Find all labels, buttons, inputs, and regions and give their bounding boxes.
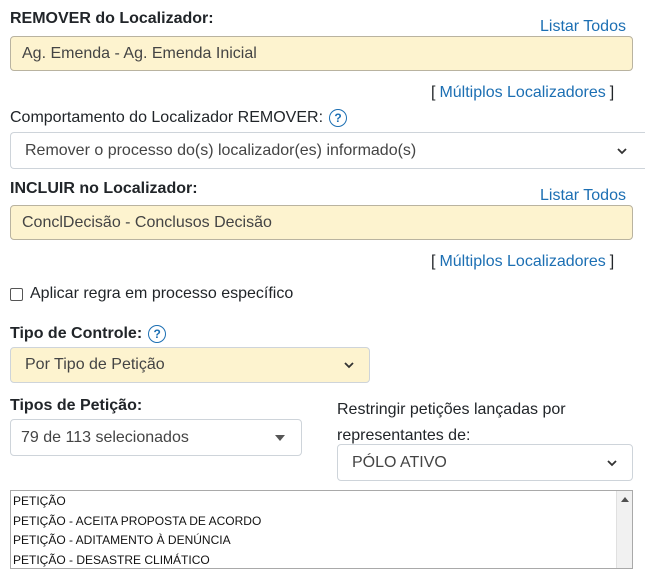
- tipos-peticao-multiselect[interactable]: 79 de 113 selecionados: [10, 419, 302, 456]
- list-item[interactable]: PETIÇÃO: [11, 492, 632, 512]
- incluir-multiplos-link[interactable]: Múltiplos Localizadores: [439, 253, 605, 271]
- aplicar-regra-checkbox[interactable]: [10, 287, 23, 301]
- bracket-close: ]: [609, 84, 615, 101]
- restringir-label: Restringir petições lançadas por represe…: [337, 397, 566, 449]
- incluir-label: INCLUIR no Localizador:: [10, 180, 198, 197]
- chevron-down-icon: [607, 459, 617, 466]
- tipos-peticao-label: Tipos de Petição:: [10, 397, 143, 414]
- remover-localizador-input[interactable]: Ag. Emenda - Ag. Emenda Inicial: [10, 36, 633, 71]
- help-icon[interactable]: ?: [329, 109, 348, 127]
- comportamento-select[interactable]: Remover o processo do(s) localizador(es)…: [10, 132, 645, 169]
- tipo-controle-label: Tipo de Controle:: [10, 325, 143, 342]
- remover-multiplos-link[interactable]: Múltiplos Localizadores: [439, 84, 605, 102]
- tipo-controle-select[interactable]: Por Tipo de Petição: [10, 347, 370, 383]
- scroll-up-icon[interactable]: [621, 497, 629, 502]
- tipo-controle-selected-value: Por Tipo de Petição: [25, 356, 165, 373]
- chevron-down-icon: [344, 362, 354, 369]
- tipos-peticao-summary: 79 de 113 selecionados: [21, 428, 189, 446]
- list-item[interactable]: PETIÇÃO - DESASTRE CLIMÁTICO: [11, 551, 632, 569]
- comportamento-label: Comportamento do Localizador REMOVER:: [10, 109, 324, 126]
- list-item[interactable]: PETIÇÃO - ADITAMENTO À DENÚNCIA: [11, 531, 632, 551]
- list-item[interactable]: PETIÇÃO - ACEITA PROPOSTA DE ACORDO: [11, 512, 632, 532]
- remover-localizador-value: Ag. Emenda - Ag. Emenda Inicial: [22, 44, 257, 62]
- remover-multiplos-group: [ Múltiplos Localizadores ]: [431, 84, 614, 102]
- restringir-selected-value: PÓLO ATIVO: [352, 453, 447, 471]
- aplicar-regra-row[interactable]: Aplicar regra em processo específico: [10, 285, 293, 303]
- comportamento-selected-value: Remover o processo do(s) localizador(es)…: [25, 141, 417, 159]
- chevron-down-icon: [617, 147, 627, 154]
- restringir-select[interactable]: PÓLO ATIVO: [337, 444, 633, 481]
- aplicar-regra-label: Aplicar regra em processo específico: [30, 285, 294, 302]
- remover-label: REMOVER do Localizador:: [10, 10, 214, 27]
- incluir-localizador-value: ConclDecisão - Conclusos Decisão: [22, 213, 272, 231]
- incluir-listar-todos-link[interactable]: Listar Todos: [540, 187, 626, 205]
- peticoes-listbox[interactable]: PETIÇÃO PETIÇÃO - ACEITA PROPOSTA DE ACO…: [10, 490, 633, 569]
- scrollbar[interactable]: [616, 491, 632, 568]
- tipo-controle-label-group: Tipo de Controle: ?: [10, 325, 167, 343]
- bracket-close: ]: [609, 253, 615, 270]
- comportamento-label-group: Comportamento do Localizador REMOVER: ?: [10, 109, 348, 127]
- remover-listar-todos-link[interactable]: Listar Todos: [540, 18, 626, 36]
- help-icon[interactable]: ?: [148, 325, 167, 343]
- restringir-label-line1: Restringir petições lançadas por: [337, 401, 566, 418]
- incluir-multiplos-group: [ Múltiplos Localizadores ]: [431, 253, 614, 271]
- caret-down-icon: [275, 434, 285, 441]
- bracket-open: [: [431, 253, 436, 270]
- bracket-open: [: [431, 84, 436, 101]
- incluir-localizador-input[interactable]: ConclDecisão - Conclusos Decisão: [10, 205, 633, 240]
